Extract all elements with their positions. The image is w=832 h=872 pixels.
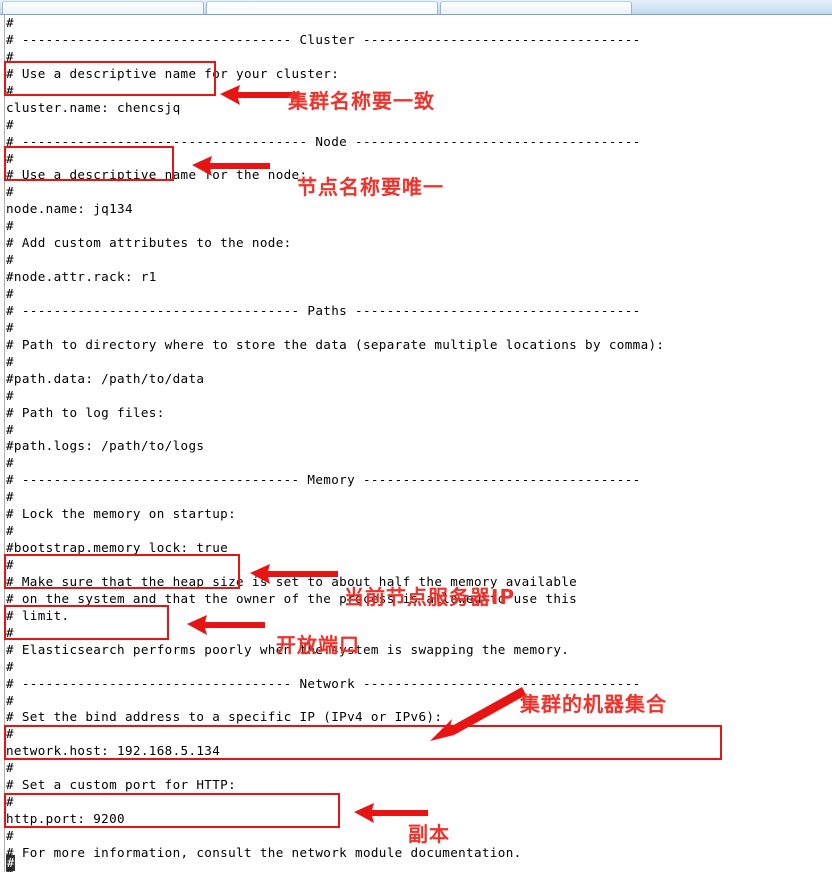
- window-tab-3[interactable]: [440, 1, 632, 14]
- code-line: #: [6, 421, 14, 437]
- code-line: # ------------------------------------ N…: [6, 133, 641, 149]
- arrow-network-host: [250, 564, 338, 584]
- editor-code-content[interactable]: # # ---------------------------------- Cl…: [6, 15, 832, 872]
- arrow-discovery-hosts: [430, 687, 526, 741]
- annotation-discovery-hosts: 集群的机器集合: [520, 692, 667, 716]
- code-line: #: [6, 48, 14, 64]
- code-line: # Set a custom port for HTTP:: [6, 777, 237, 793]
- annotation-network-host: 当前节点服务器IP: [344, 585, 516, 609]
- annotation-node-name: 节点名称要唯一: [297, 175, 444, 199]
- code-line: # Use a descriptive name for your cluste…: [6, 65, 340, 81]
- text-cursor: #: [6, 855, 15, 871]
- code-line: # ---------------------------------- Net…: [6, 675, 641, 691]
- code-line: # Lock the memory on startup:: [6, 506, 237, 522]
- code-line: #: [6, 150, 14, 166]
- code-line: #: [6, 455, 14, 471]
- window-tab-1[interactable]: [2, 1, 204, 14]
- code-line: # Add custom attributes to the node:: [6, 235, 292, 251]
- code-line: #: [6, 252, 14, 268]
- code-line: #: [6, 387, 14, 403]
- annotation-min-master: 副本: [408, 822, 450, 846]
- code-line: # ---------------------------------- Clu…: [6, 31, 641, 47]
- text-editor-pane[interactable]: # # ---------------------------------- Cl…: [0, 15, 832, 872]
- code-line: #: [6, 726, 14, 742]
- code-line: node.name: jq134: [6, 201, 133, 217]
- code-line: #: [6, 692, 14, 708]
- code-line: #: [6, 15, 14, 30]
- code-line: # ----------------------------------- Pa…: [6, 302, 641, 318]
- editor-gutter: [0, 15, 5, 872]
- code-line: #: [6, 624, 14, 640]
- code-line: #: [6, 319, 14, 335]
- code-line: # Path to log files:: [6, 404, 165, 420]
- code-line: #: [6, 557, 14, 572]
- browser-tab-strip: [0, 0, 832, 15]
- code-line: #bootstrap.memory_lock: true: [6, 540, 229, 556]
- code-line: #path.logs: /path/to/logs: [6, 438, 205, 454]
- arrow-node-name: [192, 156, 270, 176]
- code-line: #: [6, 489, 14, 505]
- code-line: #: [6, 862, 832, 872]
- code-line: # limit.: [6, 607, 70, 623]
- cursor-char: #: [6, 855, 15, 870]
- code-line: #: [6, 523, 14, 539]
- code-line: # Set the bind address to a specific IP …: [6, 709, 443, 725]
- window-tab-2[interactable]: [206, 1, 438, 14]
- code-line: # ----------------------------------- Me…: [6, 472, 641, 488]
- code-line: #: [6, 760, 14, 776]
- arrow-http-port: [187, 615, 265, 635]
- code-line: #: [6, 286, 14, 301]
- code-line: #: [6, 353, 14, 369]
- annotation-http-port: 开放端口: [276, 633, 360, 657]
- code-line: #node.attr.rack: r1: [6, 269, 157, 285]
- code-line: #: [6, 116, 14, 132]
- code-line: #: [6, 658, 14, 674]
- code-line: #: [6, 218, 14, 234]
- annotation-cluster-name: 集群名称要一致: [288, 89, 435, 113]
- code-line: # For more information, consult the netw…: [6, 844, 522, 860]
- code-line: network.host: 192.168.5.134: [6, 743, 221, 759]
- code-line: # Elasticsearch performs poorly when the…: [6, 641, 570, 657]
- code-line: #path.data: /path/to/data: [6, 370, 205, 386]
- code-line: # Path to directory where to store the d…: [6, 336, 665, 352]
